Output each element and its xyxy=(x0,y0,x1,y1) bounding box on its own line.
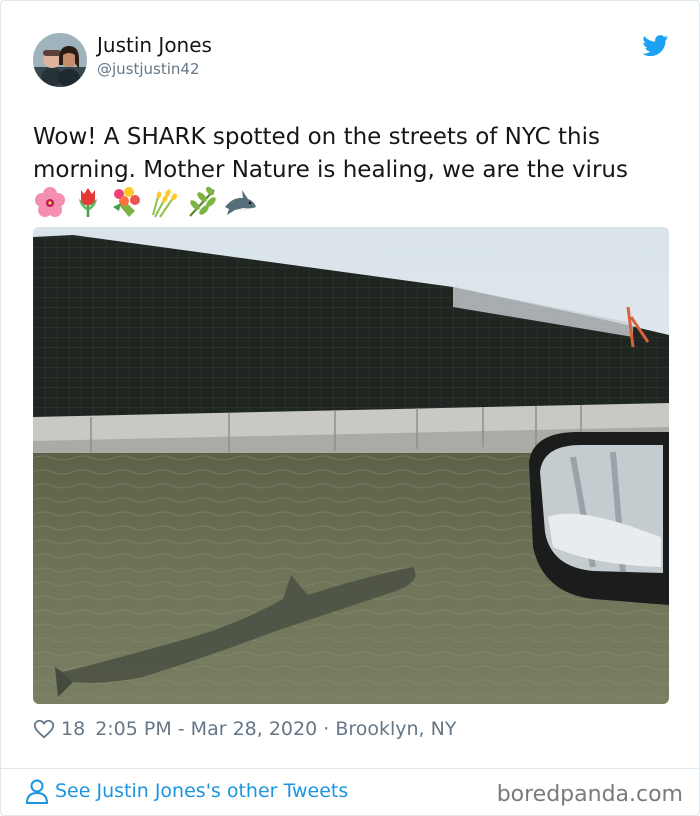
like-count[interactable]: 18 xyxy=(61,718,85,740)
avatar[interactable] xyxy=(33,33,87,87)
location[interactable]: Brooklyn, NY xyxy=(335,718,456,740)
bouquet-emoji-icon xyxy=(113,187,140,217)
wheat-emoji-icon xyxy=(152,189,178,218)
divider xyxy=(1,768,699,769)
meta-separator: · xyxy=(317,718,336,740)
hibiscus-emoji-icon xyxy=(35,187,65,217)
timestamp[interactable]: 2:05 PM - Mar 28, 2020 xyxy=(95,718,317,740)
see-other-tweets-label: See Justin Jones's other Tweets xyxy=(55,780,349,802)
see-other-tweets-link[interactable]: See Justin Jones's other Tweets xyxy=(25,778,348,804)
herb-emoji-icon xyxy=(189,186,216,217)
heart-icon[interactable] xyxy=(33,718,55,740)
tulip-emoji-icon xyxy=(79,188,97,217)
tweet-meta: 18 2:05 PM - Mar 28, 2020 · Brooklyn, NY xyxy=(33,715,456,743)
author-name[interactable]: Justin Jones xyxy=(97,33,212,57)
person-icon xyxy=(25,779,49,804)
tweet-card: Justin Jones @justjustin42 Wow! A SHARK … xyxy=(0,0,700,816)
author-handle[interactable]: @justjustin42 xyxy=(97,60,200,78)
shark-street-photo xyxy=(33,227,669,704)
emoji-row xyxy=(33,185,257,219)
boredpanda-watermark: boredpanda.com xyxy=(496,782,683,807)
shark-emoji-icon xyxy=(225,190,256,215)
tweet-text: Wow! A SHARK spotted on the streets of N… xyxy=(33,124,628,183)
twitter-bird-icon[interactable] xyxy=(642,35,669,57)
